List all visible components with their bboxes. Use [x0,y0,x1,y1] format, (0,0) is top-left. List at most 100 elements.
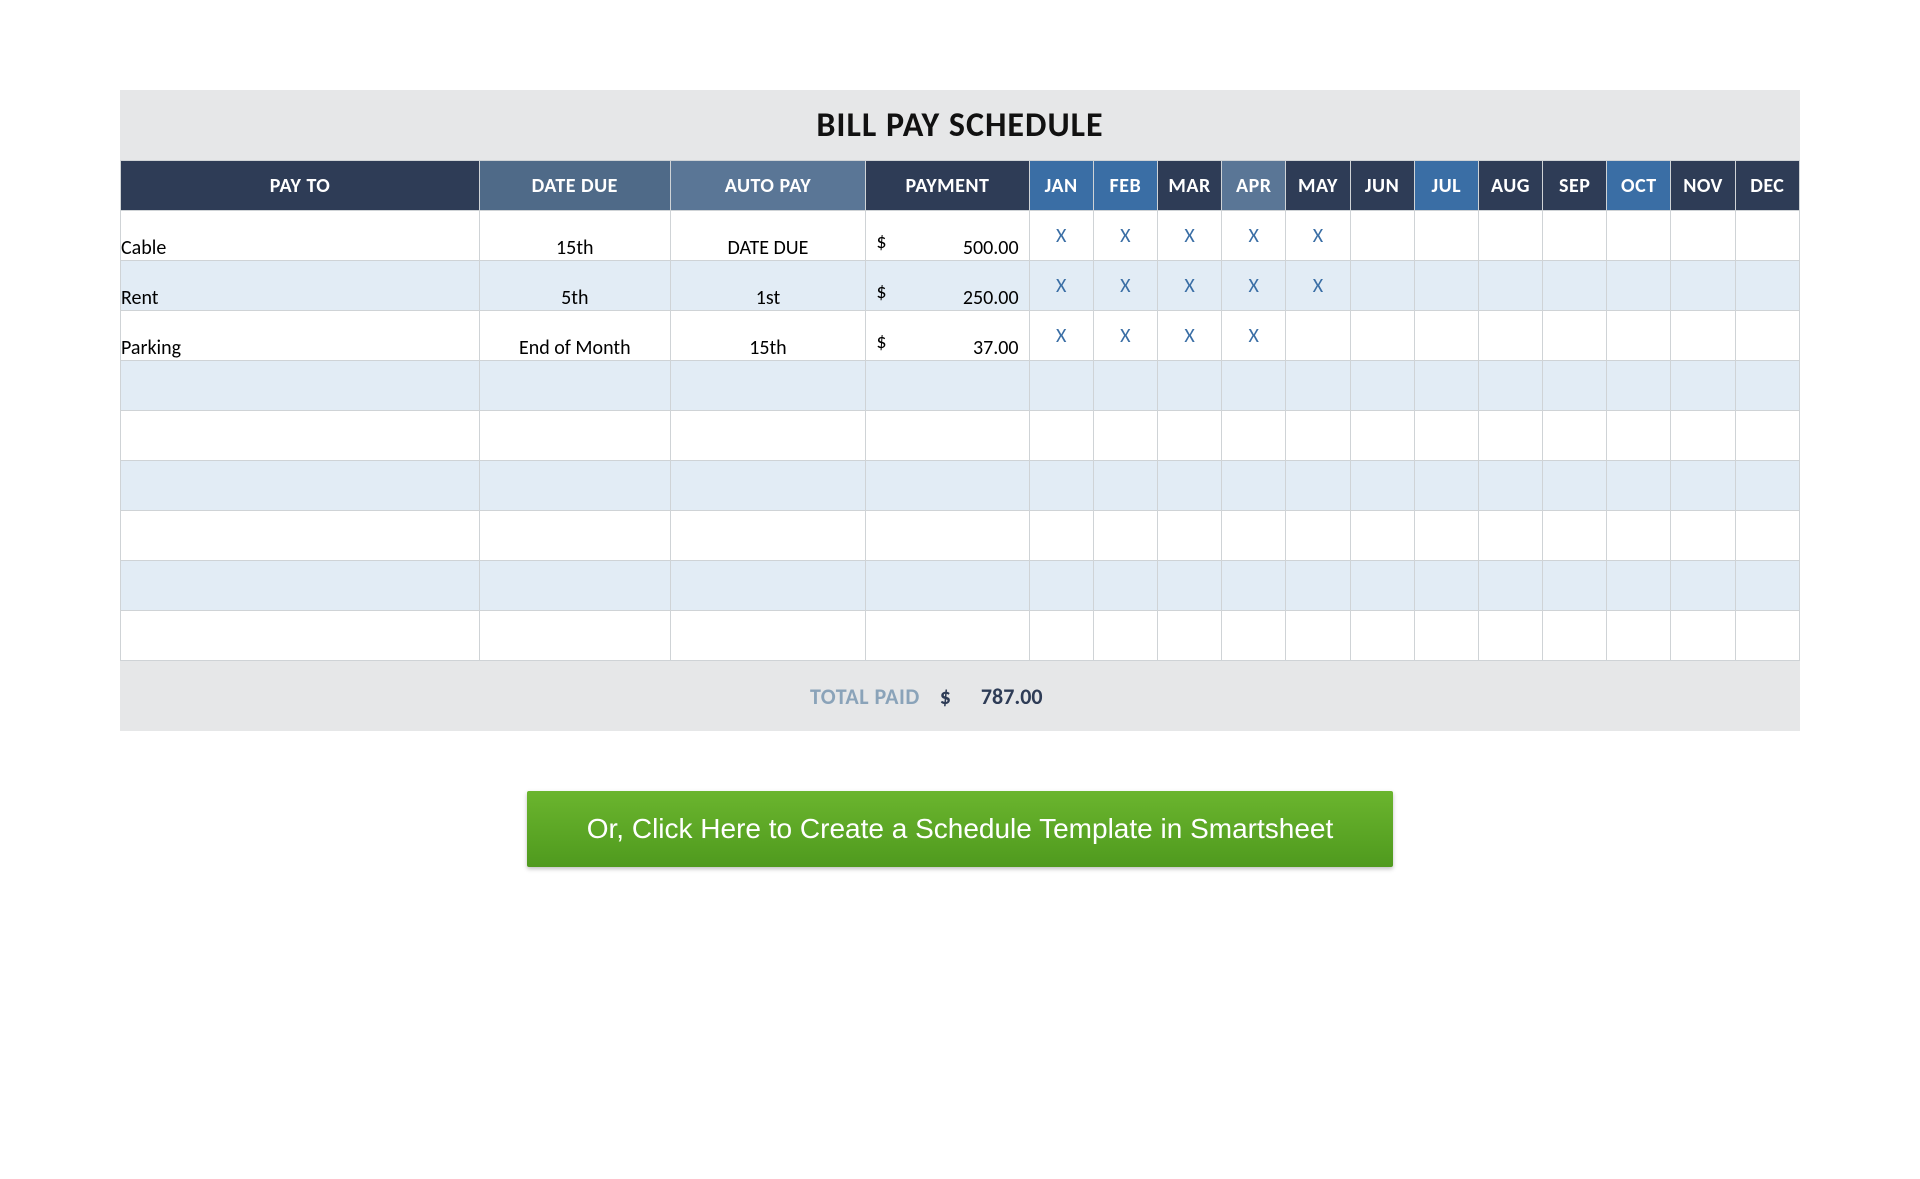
cell-month[interactable] [1350,261,1414,311]
cell-date-due[interactable]: End of Month [480,311,670,361]
cell-month[interactable] [1350,461,1414,511]
cell-date-due[interactable]: 15th [480,211,670,261]
cell-month[interactable] [1350,511,1414,561]
cell-month[interactable] [1543,611,1607,661]
cell-month[interactable] [1093,611,1157,661]
cell-month[interactable] [1222,611,1286,661]
cell-month[interactable] [1222,461,1286,511]
cell-month[interactable] [1414,561,1478,611]
cell-month[interactable] [1607,261,1671,311]
cell-month[interactable] [1286,611,1350,661]
cell-month[interactable]: X [1157,261,1221,311]
cell-month[interactable]: X [1157,311,1221,361]
cell-payment[interactable] [866,611,1029,661]
cell-month[interactable]: X [1222,311,1286,361]
cell-month[interactable] [1222,361,1286,411]
cell-auto-pay[interactable] [670,461,866,511]
cell-month[interactable] [1478,611,1542,661]
cell-auto-pay[interactable]: 1st [670,261,866,311]
cell-payto[interactable]: Rent [121,261,480,311]
cell-month[interactable] [1222,511,1286,561]
cell-month[interactable] [1093,461,1157,511]
cell-month[interactable] [1350,611,1414,661]
cell-month[interactable] [1543,211,1607,261]
cell-date-due[interactable] [480,411,670,461]
cell-month[interactable] [1543,311,1607,361]
cell-month[interactable] [1222,411,1286,461]
cell-month[interactable] [1350,561,1414,611]
cell-month[interactable] [1286,311,1350,361]
cell-payment[interactable]: $37.00 [866,311,1029,361]
cell-month[interactable] [1029,461,1093,511]
cell-payment[interactable] [866,461,1029,511]
create-smartsheet-button[interactable]: Or, Click Here to Create a Schedule Temp… [527,791,1394,867]
cell-payment[interactable]: $250.00 [866,261,1029,311]
cell-month[interactable] [1414,211,1478,261]
cell-month[interactable] [1735,261,1799,311]
cell-date-due[interactable]: 5th [480,261,670,311]
cell-month[interactable] [1286,561,1350,611]
cell-auto-pay[interactable]: 15th [670,311,866,361]
cell-auto-pay[interactable] [670,361,866,411]
cell-payto[interactable] [121,511,480,561]
cell-month[interactable] [1478,411,1542,461]
cell-month[interactable] [1414,411,1478,461]
cell-payto[interactable] [121,361,480,411]
cell-month[interactable]: X [1286,211,1350,261]
cell-month[interactable] [1478,561,1542,611]
cell-month[interactable] [1735,461,1799,511]
cell-month[interactable] [1478,511,1542,561]
cell-month[interactable] [1735,361,1799,411]
cell-month[interactable] [1607,461,1671,511]
cell-month[interactable] [1607,361,1671,411]
cell-date-due[interactable] [480,461,670,511]
cell-payment[interactable] [866,511,1029,561]
cell-month[interactable] [1543,511,1607,561]
cell-month[interactable] [1093,511,1157,561]
cell-month[interactable]: X [1029,311,1093,361]
cell-month[interactable] [1671,261,1735,311]
cell-month[interactable] [1735,311,1799,361]
cell-month[interactable] [1735,611,1799,661]
cell-month[interactable] [1478,461,1542,511]
cell-month[interactable]: X [1093,311,1157,361]
cell-month[interactable] [1543,261,1607,311]
cell-month[interactable] [1543,361,1607,411]
cell-month[interactable] [1671,211,1735,261]
cell-auto-pay[interactable] [670,561,866,611]
cell-date-due[interactable] [480,361,670,411]
cell-auto-pay[interactable] [670,511,866,561]
cell-month[interactable] [1607,411,1671,461]
cell-month[interactable] [1671,411,1735,461]
cell-month[interactable] [1671,561,1735,611]
cell-month[interactable] [1414,611,1478,661]
cell-payment[interactable] [866,411,1029,461]
cell-month[interactable] [1093,561,1157,611]
cell-month[interactable] [1286,511,1350,561]
cell-month[interactable] [1157,461,1221,511]
cell-month[interactable] [1286,461,1350,511]
cell-month[interactable] [1414,261,1478,311]
cell-month[interactable]: X [1029,261,1093,311]
cell-month[interactable] [1543,561,1607,611]
cell-month[interactable] [1478,361,1542,411]
cell-month[interactable]: X [1222,211,1286,261]
cell-month[interactable] [1157,361,1221,411]
cell-month[interactable] [1414,361,1478,411]
cell-month[interactable] [1607,561,1671,611]
cell-month[interactable] [1157,561,1221,611]
cell-month[interactable] [1029,511,1093,561]
cell-month[interactable] [1478,211,1542,261]
cell-month[interactable]: X [1093,261,1157,311]
cell-month[interactable] [1543,411,1607,461]
cell-month[interactable]: X [1029,211,1093,261]
cell-payto[interactable] [121,561,480,611]
cell-payto[interactable] [121,411,480,461]
cell-month[interactable]: X [1286,261,1350,311]
cell-month[interactable] [1414,311,1478,361]
cell-auto-pay[interactable] [670,411,866,461]
cell-payment[interactable] [866,361,1029,411]
cell-month[interactable] [1478,261,1542,311]
cell-month[interactable] [1735,511,1799,561]
cell-month[interactable] [1671,361,1735,411]
